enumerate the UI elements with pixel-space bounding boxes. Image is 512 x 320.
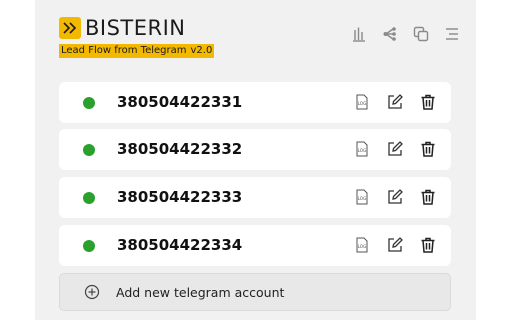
edit-icon[interactable] xyxy=(387,237,403,253)
add-account-button[interactable]: Add new telegram account xyxy=(59,273,451,311)
brand-name: BISTERIN xyxy=(85,16,186,40)
account-phone: 380504422334 xyxy=(117,236,243,254)
status-online-icon xyxy=(83,240,95,252)
edit-icon[interactable] xyxy=(387,94,403,110)
account-row[interactable]: 380504422331 LOG xyxy=(59,82,451,123)
status-online-icon xyxy=(83,144,95,156)
account-row[interactable]: 380504422333 LOG xyxy=(59,177,451,218)
add-account-label: Add new telegram account xyxy=(116,285,285,300)
delete-icon[interactable] xyxy=(420,189,436,205)
logs-icon[interactable]: LOG xyxy=(354,189,370,205)
row-actions: LOG xyxy=(354,237,436,253)
plus-circle-icon xyxy=(84,284,100,300)
logs-icon[interactable]: LOG xyxy=(354,141,370,157)
version-label: v2.0 xyxy=(190,45,213,56)
row-actions: LOG xyxy=(354,141,436,157)
svg-text:LOG: LOG xyxy=(358,196,367,201)
header-toolbar xyxy=(351,26,460,42)
copy-icon[interactable] xyxy=(413,26,429,42)
delete-icon[interactable] xyxy=(420,237,436,253)
tagline-text: Lead Flow from Telegram xyxy=(61,45,187,56)
account-phone: 380504422333 xyxy=(117,188,243,206)
account-row[interactable]: 380504422334 LOG xyxy=(59,225,451,266)
row-actions: LOG xyxy=(354,94,436,110)
account-phone: 380504422332 xyxy=(117,140,243,158)
edit-icon[interactable] xyxy=(387,141,403,157)
brand-header: BISTERIN Lead Flow from Telegram v2.0 xyxy=(59,16,215,58)
account-phone: 380504422331 xyxy=(117,93,243,111)
menu-icon[interactable] xyxy=(444,26,460,42)
row-actions: LOG xyxy=(354,189,436,205)
status-online-icon xyxy=(83,97,95,109)
logs-icon[interactable]: LOG xyxy=(354,237,370,253)
extension-panel: BISTERIN Lead Flow from Telegram v2.0 38… xyxy=(35,0,476,320)
logs-icon[interactable]: LOG xyxy=(354,94,370,110)
svg-text:LOG: LOG xyxy=(358,101,367,106)
stats-icon[interactable] xyxy=(351,26,367,42)
edit-icon[interactable] xyxy=(387,189,403,205)
account-row[interactable]: 380504422332 LOG xyxy=(59,129,451,170)
svg-text:LOG: LOG xyxy=(358,148,367,153)
svg-text:LOG: LOG xyxy=(358,244,367,249)
delete-icon[interactable] xyxy=(420,141,436,157)
logo-icon xyxy=(59,17,81,39)
flow-icon[interactable] xyxy=(382,26,398,42)
status-online-icon xyxy=(83,192,95,204)
delete-icon[interactable] xyxy=(420,94,436,110)
brand-tagline: Lead Flow from Telegram v2.0 xyxy=(59,44,215,58)
